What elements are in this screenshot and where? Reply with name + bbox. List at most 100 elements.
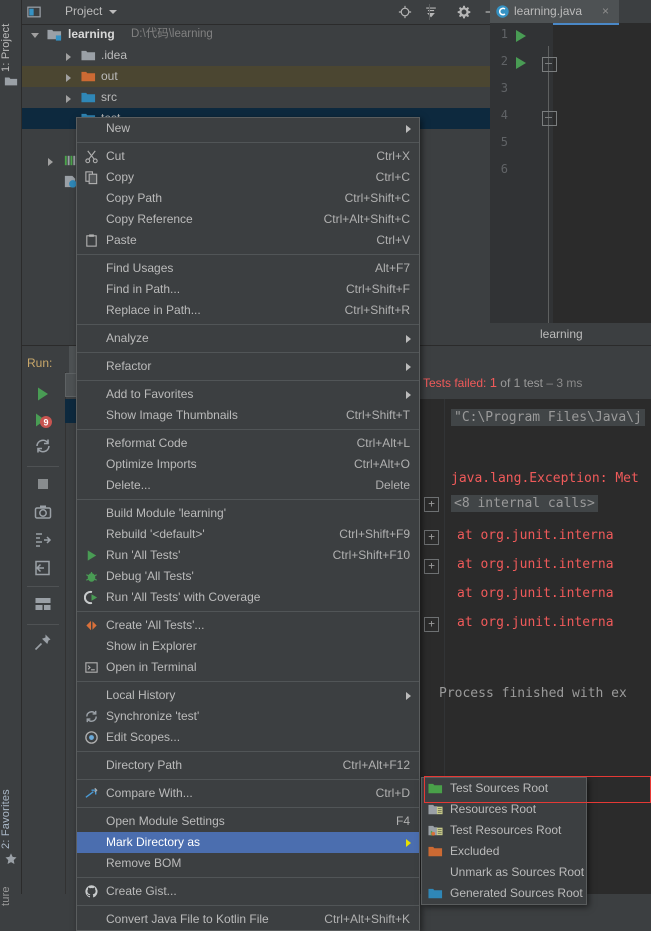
expand-plus-icon[interactable]: + — [424, 559, 439, 574]
submenu-item-test-sources-root[interactable]: Test Sources Root — [422, 778, 586, 799]
menu-item-replace-in-path[interactable]: Replace in Path... Ctrl+Shift+R — [77, 300, 419, 321]
tree-row-idea[interactable]: .idea — [21, 45, 490, 66]
chevron-right-icon — [406, 363, 411, 371]
rerun-failed-icon[interactable]: 9 — [33, 410, 53, 430]
menu-item-copy-reference[interactable]: Copy Reference Ctrl+Alt+Shift+C — [77, 209, 419, 230]
tool-window-button-structure[interactable]: ture — [0, 866, 21, 906]
context-menu[interactable]: New Cut Ctrl+X Copy Ctrl+C Copy Path Ctr… — [76, 117, 420, 931]
tool-window-button-project[interactable]: 1: Project — [0, 2, 21, 72]
pin-tab-icon[interactable] — [33, 632, 53, 652]
menu-item-build-module[interactable]: Build Module 'learning' — [77, 503, 419, 524]
chevron-right-icon[interactable] — [66, 95, 71, 103]
menu-label: Replace in Path... — [106, 303, 201, 317]
menu-item-run-all-tests[interactable]: Run 'All Tests' Ctrl+Shift+F10 — [77, 545, 419, 566]
menu-shortcut: Ctrl+Shift+T — [345, 408, 410, 422]
menu-item-local-history[interactable]: Local History — [77, 685, 419, 706]
menu-item-create-gist[interactable]: Create Gist... — [77, 881, 419, 902]
chevron-right-icon[interactable] — [66, 74, 71, 82]
expand-plus-icon[interactable]: + — [424, 617, 439, 632]
menu-item-show-in-explorer[interactable]: Show in Explorer — [77, 636, 419, 657]
menu-item-find-in-path[interactable]: Find in Path... Ctrl+Shift+F — [77, 279, 419, 300]
menu-item-run-with-coverage[interactable]: Run 'All Tests' with Coverage — [77, 587, 419, 608]
fold-collapse-icon[interactable] — [542, 57, 557, 72]
left-tool-strip: 1: Project 2: Favorites ture — [0, 0, 22, 906]
menu-label: Optimize Imports — [106, 457, 197, 471]
menu-item-analyze[interactable]: Analyze — [77, 328, 419, 349]
mark-directory-as-submenu[interactable]: Test Sources Root Resources Root Test Re… — [421, 777, 587, 905]
settings-gear-icon[interactable] — [457, 5, 471, 19]
chevron-right-icon[interactable] — [48, 158, 53, 166]
run-gutter-icon[interactable] — [516, 57, 526, 69]
menu-label: Debug 'All Tests' — [106, 569, 194, 583]
menu-label: Run 'All Tests' with Coverage — [106, 590, 261, 604]
export-snapshot-icon[interactable] — [33, 502, 53, 522]
chevron-down-icon[interactable] — [31, 33, 39, 42]
locate-icon[interactable] — [398, 5, 412, 19]
menu-label: Build Module 'learning' — [106, 506, 226, 520]
menu-item-copy[interactable]: Copy Ctrl+C — [77, 167, 419, 188]
menu-shortcut: Ctrl+D — [375, 786, 410, 800]
close-icon[interactable]: × — [602, 4, 609, 18]
menu-label: Run 'All Tests' — [106, 548, 181, 562]
menu-item-reformat-code[interactable]: Reformat Code Ctrl+Alt+L — [77, 433, 419, 454]
menu-item-convert-java-to-kotlin[interactable]: Convert Java File to Kotlin File Ctrl+Al… — [77, 909, 419, 930]
tree-label-learning: learning — [68, 27, 115, 41]
rerun-icon[interactable] — [33, 384, 53, 404]
expand-collapse-icon[interactable] — [33, 530, 53, 550]
submenu-item-resources-root[interactable]: Resources Root — [422, 799, 586, 820]
tool-window-button-favorites[interactable]: 2: Favorites — [0, 775, 21, 849]
menu-item-debug-all-tests[interactable]: Debug 'All Tests' — [77, 566, 419, 587]
menu-shortcut: Ctrl+Shift+F9 — [339, 527, 410, 541]
submenu-item-test-resources-root[interactable]: Test Resources Root — [422, 820, 586, 841]
editor-tab-learning-java[interactable]: learning.java × — [490, 0, 619, 25]
line-number: 5 — [500, 135, 508, 149]
line-number: 2 — [500, 54, 508, 68]
chevron-right-icon[interactable] — [66, 53, 71, 61]
menu-item-copy-path[interactable]: Copy Path Ctrl+Shift+C — [77, 188, 419, 209]
menu-item-cut[interactable]: Cut Ctrl+X — [77, 146, 419, 167]
console-line: "C:\Program Files\Java\j — [451, 409, 645, 426]
rerun-automatically-icon[interactable] — [33, 436, 53, 456]
menu-item-mark-directory-as[interactable]: Mark Directory as — [77, 832, 419, 853]
menu-item-compare-with[interactable]: Compare With... Ctrl+D — [77, 783, 419, 804]
import-icon[interactable] — [33, 558, 53, 578]
menu-item-open-module-settings[interactable]: Open Module Settings F4 — [77, 811, 419, 832]
menu-item-remove-bom[interactable]: Remove BOM — [77, 853, 419, 874]
tree-row-out[interactable]: out — [21, 66, 490, 87]
tests-of-label: of — [500, 376, 511, 390]
submenu-item-unmark-as-sources-root[interactable]: Unmark as Sources Root — [422, 862, 586, 883]
status-dash: – — [546, 376, 554, 390]
run-gutter-icon[interactable] — [516, 30, 526, 42]
menu-item-find-usages[interactable]: Find Usages Alt+F7 — [77, 258, 419, 279]
menu-label: Copy — [106, 170, 135, 184]
menu-item-directory-path[interactable]: Directory Path Ctrl+Alt+F12 — [77, 755, 419, 776]
menu-item-rebuild[interactable]: Rebuild '<default>' Ctrl+Shift+F9 — [77, 524, 419, 545]
menu-label: Create Gist... — [106, 884, 177, 898]
menu-item-paste[interactable]: Paste Ctrl+V — [77, 230, 419, 251]
fold-collapse-icon[interactable] — [542, 111, 557, 126]
menu-label: Edit Scopes... — [106, 730, 181, 744]
menu-item-add-to-favorites[interactable]: Add to Favorites — [77, 384, 419, 405]
menu-item-refactor[interactable]: Refactor — [77, 356, 419, 377]
menu-item-delete[interactable]: Delete... Delete — [77, 475, 419, 496]
menu-item-synchronize[interactable]: Synchronize 'test' — [77, 706, 419, 727]
tree-row-src[interactable]: src — [21, 87, 490, 108]
layout-icon[interactable] — [33, 594, 53, 614]
editor-area: learning.java × 1 2 3 4 5 6 public cla p… — [490, 0, 651, 345]
menu-item-new[interactable]: New — [77, 118, 419, 139]
expand-plus-icon[interactable]: + — [424, 530, 439, 545]
collapse-all-icon[interactable] — [424, 5, 438, 19]
submenu-item-excluded[interactable]: Excluded — [422, 841, 586, 862]
menu-item-show-image-thumbnails[interactable]: Show Image Thumbnails Ctrl+Shift+T — [77, 405, 419, 426]
menu-item-create-all-tests[interactable]: Create 'All Tests'... — [77, 615, 419, 636]
menu-item-optimize-imports[interactable]: Optimize Imports Ctrl+Alt+O — [77, 454, 419, 475]
breadcrumb[interactable]: learning — [540, 327, 583, 341]
expand-plus-icon[interactable]: + — [424, 497, 439, 512]
menu-label: Cut — [106, 149, 125, 163]
menu-shortcut: Ctrl+Shift+F — [345, 282, 410, 296]
tree-row-learning[interactable]: learning D:\代码\learning — [21, 24, 490, 45]
menu-item-edit-scopes[interactable]: Edit Scopes... — [77, 727, 419, 748]
menu-item-open-in-terminal[interactable]: Open in Terminal — [77, 657, 419, 678]
chevron-down-icon[interactable] — [109, 10, 117, 14]
stop-icon[interactable] — [33, 474, 53, 494]
